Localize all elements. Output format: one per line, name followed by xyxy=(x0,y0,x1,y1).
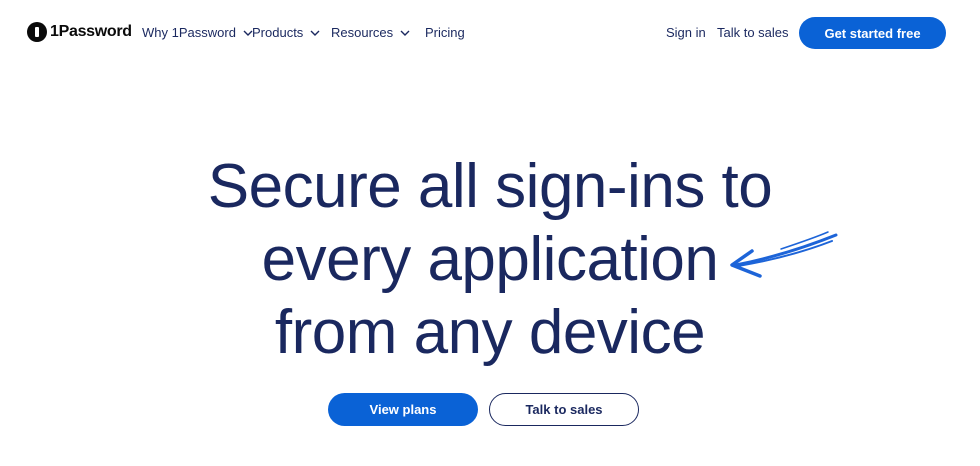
get-started-free-button[interactable]: Get started free xyxy=(799,17,946,49)
top-navigation: 1Password Why 1Password Products Resourc… xyxy=(0,0,980,66)
sign-in-link[interactable]: Sign in xyxy=(666,25,706,40)
1password-logo-icon xyxy=(27,22,47,42)
nav-pricing-label: Pricing xyxy=(425,25,465,40)
hero-line-3: from any device xyxy=(274,298,706,367)
hero-line-1: Secure all sign-ins to xyxy=(207,152,773,221)
nav-resources[interactable]: Resources xyxy=(331,25,411,40)
chevron-down-icon xyxy=(399,27,411,39)
nav-why-1password-label: Why 1Password xyxy=(142,25,236,40)
brand-name: 1Password xyxy=(50,23,132,40)
hand-drawn-arrow-icon xyxy=(730,231,838,278)
nav-resources-label: Resources xyxy=(331,25,394,40)
talk-to-sales-link[interactable]: Talk to sales xyxy=(717,25,789,40)
nav-why-1password[interactable]: Why 1Password xyxy=(142,25,254,40)
chevron-down-icon xyxy=(309,27,321,39)
nav-products-label: Products xyxy=(252,25,304,40)
brand-logo[interactable]: 1Password xyxy=(27,22,132,42)
talk-to-sales-button[interactable]: Talk to sales xyxy=(489,393,639,426)
nav-products[interactable]: Products xyxy=(252,25,321,40)
nav-pricing[interactable]: Pricing xyxy=(425,25,465,40)
view-plans-button[interactable]: View plans xyxy=(328,393,478,426)
